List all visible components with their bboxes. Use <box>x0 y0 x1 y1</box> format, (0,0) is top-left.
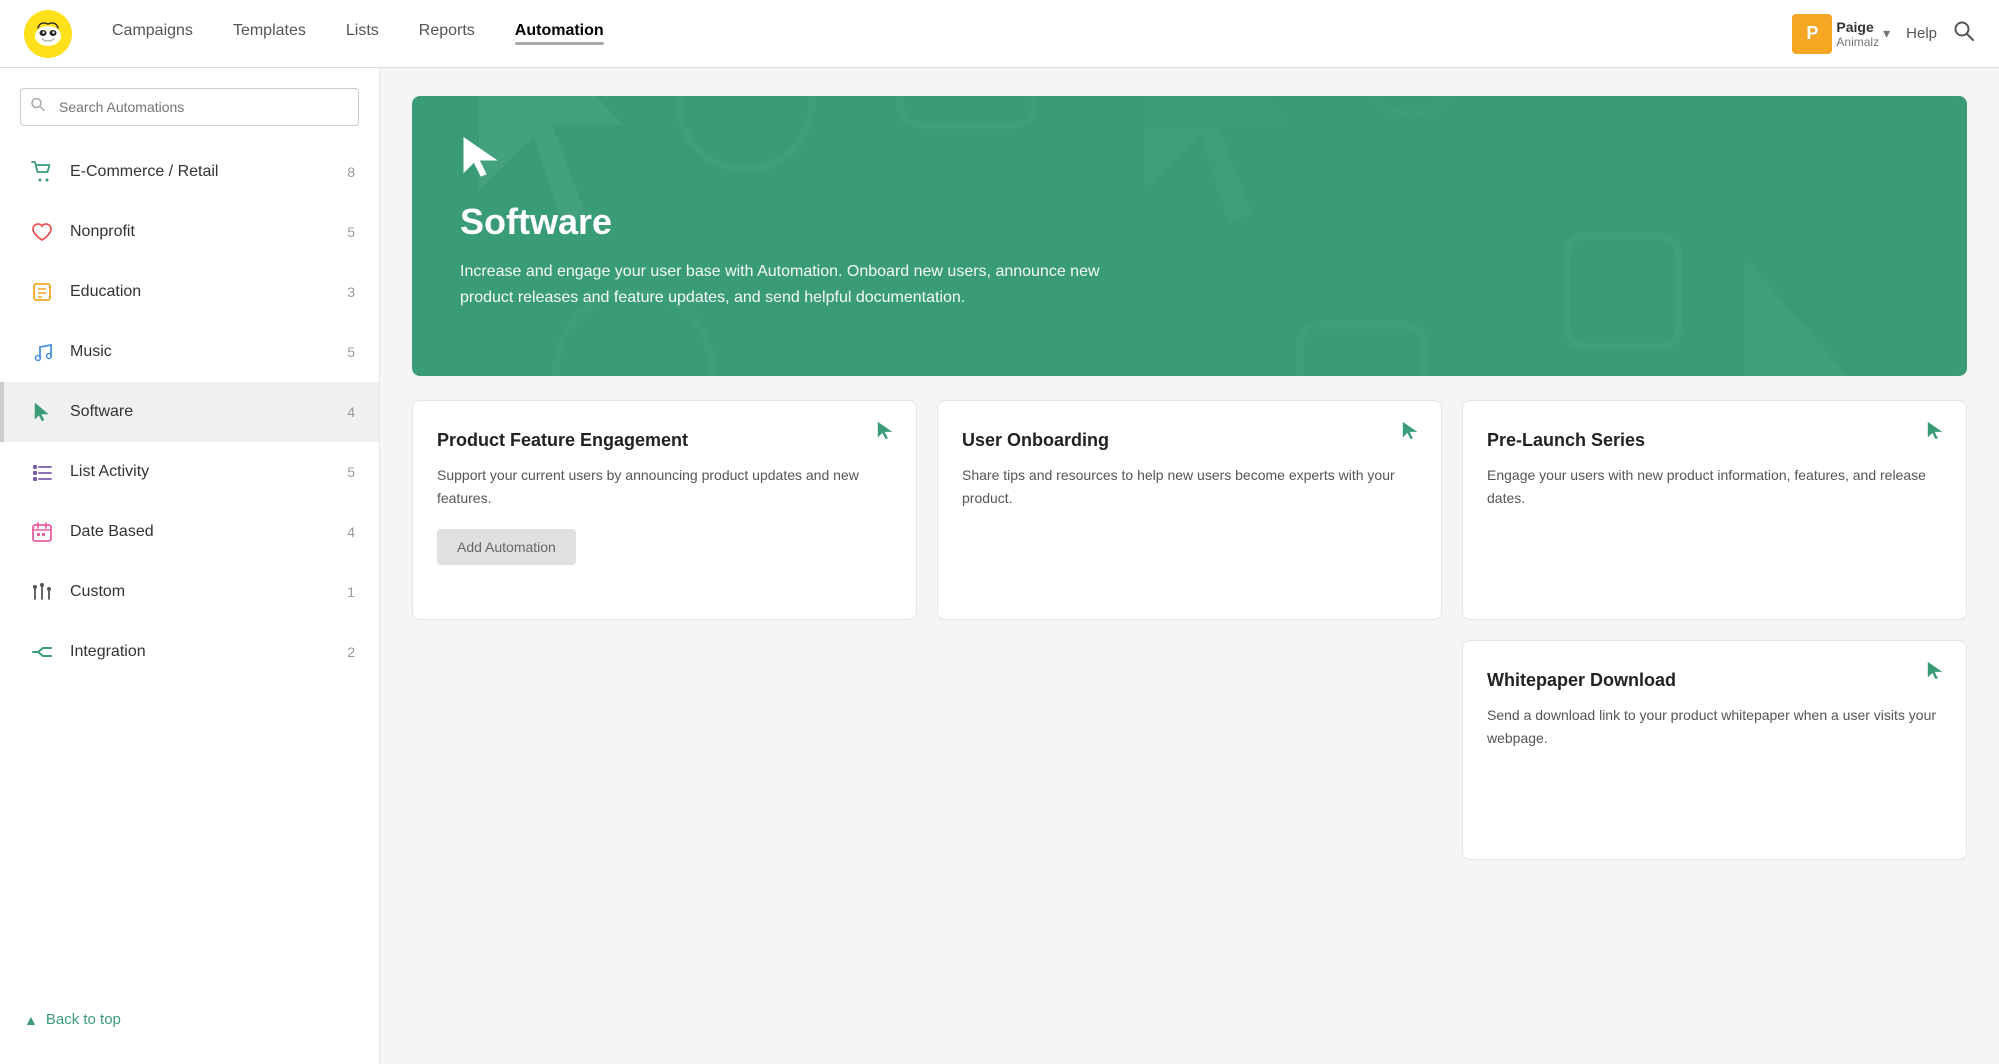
cart-icon <box>28 158 56 186</box>
sidebar-item-software[interactable]: Software 4 <box>0 382 379 442</box>
sidebar-item-count: 5 <box>347 344 355 360</box>
sidebar-item-label: E-Commerce / Retail <box>70 163 333 181</box>
list-icon <box>28 458 56 486</box>
card-cursor-icon <box>1926 661 1946 687</box>
sidebar-item-label: Software <box>70 403 333 421</box>
calendar-icon <box>28 518 56 546</box>
card-cursor-icon <box>1401 421 1421 447</box>
sidebar-item-count: 5 <box>347 464 355 480</box>
back-to-top-label: Back to top <box>46 1011 121 1028</box>
book-icon <box>28 278 56 306</box>
sidebar-item-label: Custom <box>70 583 333 601</box>
nav-templates[interactable]: Templates <box>217 14 322 53</box>
search-box <box>20 88 359 126</box>
user-org: Animalz <box>1836 35 1879 49</box>
cursor-icon <box>28 398 56 426</box>
nav-campaigns[interactable]: Campaigns <box>96 14 209 53</box>
sidebar-item-custom[interactable]: Custom 1 <box>0 562 379 622</box>
sidebar-item-label: List Activity <box>70 463 333 481</box>
hero-description: Increase and engage your user base with … <box>460 259 1100 310</box>
card-title: User Onboarding <box>962 429 1417 452</box>
sidebar: E-Commerce / Retail 8 Nonprofit 5 <box>0 68 380 1064</box>
hero-cursor-icon <box>460 136 504 185</box>
card-cursor-icon <box>876 421 896 447</box>
top-navigation: Campaigns Templates Lists Reports Automa… <box>0 0 1999 68</box>
help-link[interactable]: Help <box>1906 25 1937 42</box>
sidebar-item-list-activity[interactable]: List Activity 5 <box>0 442 379 502</box>
add-automation-button[interactable]: Add Automation <box>437 529 576 565</box>
sidebar-item-nonprofit[interactable]: Nonprofit 5 <box>0 202 379 262</box>
card-whitepaper: Whitepaper Download Send a download link… <box>1462 640 1967 860</box>
search-input[interactable] <box>20 88 359 126</box>
sidebar-item-label: Music <box>70 343 333 361</box>
page-layout: E-Commerce / Retail 8 Nonprofit 5 <box>0 68 1999 1064</box>
card-title: Pre-Launch Series <box>1487 429 1942 452</box>
sidebar-item-count: 4 <box>347 404 355 420</box>
sidebar-item-label: Education <box>70 283 333 301</box>
card-description: Share tips and resources to help new use… <box>962 464 1417 509</box>
sidebar-item-label: Integration <box>70 643 333 661</box>
sidebar-item-count: 1 <box>347 584 355 600</box>
card-description: Support your current users by announcing… <box>437 464 892 509</box>
nav-reports[interactable]: Reports <box>403 14 491 53</box>
sidebar-item-ecommerce[interactable]: E-Commerce / Retail 8 <box>0 142 379 202</box>
card-title: Whitepaper Download <box>1487 669 1942 692</box>
nav-lists[interactable]: Lists <box>330 14 395 53</box>
card-product-feature: Product Feature Engagement Support your … <box>412 400 917 620</box>
custom-icon <box>28 578 56 606</box>
hero-card: Software Increase and engage your user b… <box>412 96 1967 376</box>
card-pre-launch: Pre-Launch Series Engage your users with… <box>1462 400 1967 620</box>
nav-automation[interactable]: Automation <box>499 14 620 53</box>
sidebar-item-date-based[interactable]: Date Based 4 <box>0 502 379 562</box>
sidebar-item-count: 8 <box>347 164 355 180</box>
sidebar-item-music[interactable]: Music 5 <box>0 322 379 382</box>
app-logo[interactable] <box>24 10 72 58</box>
sidebar-item-count: 2 <box>347 644 355 660</box>
sidebar-item-label: Date Based <box>70 523 333 541</box>
card-title: Product Feature Engagement <box>437 429 892 452</box>
sidebar-item-education[interactable]: Education 3 <box>0 262 379 322</box>
nav-right: P Paige Animalz ▾ Help <box>1792 14 1975 54</box>
heart-icon <box>28 218 56 246</box>
nav-links: Campaigns Templates Lists Reports Automa… <box>96 14 1792 53</box>
search-icon <box>30 97 46 118</box>
main-content: Software Increase and engage your user b… <box>380 68 1999 1064</box>
back-to-top-link[interactable]: ▲ Back to top <box>0 995 379 1044</box>
sidebar-item-count: 5 <box>347 224 355 240</box>
card-user-onboarding: User Onboarding Share tips and resources… <box>937 400 1442 620</box>
hero-title: Software <box>460 201 1919 243</box>
card-description: Send a download link to your product whi… <box>1487 704 1942 749</box>
user-name: Paige <box>1836 19 1879 35</box>
user-menu[interactable]: P Paige Animalz ▾ <box>1792 14 1890 54</box>
search-button[interactable] <box>1953 20 1975 47</box>
card-cursor-icon <box>1926 421 1946 447</box>
integration-icon <box>28 638 56 666</box>
music-icon <box>28 338 56 366</box>
avatar: P <box>1792 14 1832 54</box>
sidebar-item-count: 4 <box>347 524 355 540</box>
card-description: Engage your users with new product infor… <box>1487 464 1942 509</box>
sidebar-item-integration[interactable]: Integration 2 <box>0 622 379 682</box>
chevron-up-icon: ▲ <box>24 1012 38 1028</box>
sidebar-item-label: Nonprofit <box>70 223 333 241</box>
user-info: Paige Animalz <box>1836 19 1879 49</box>
chevron-down-icon: ▾ <box>1883 25 1890 42</box>
sidebar-item-count: 3 <box>347 284 355 300</box>
